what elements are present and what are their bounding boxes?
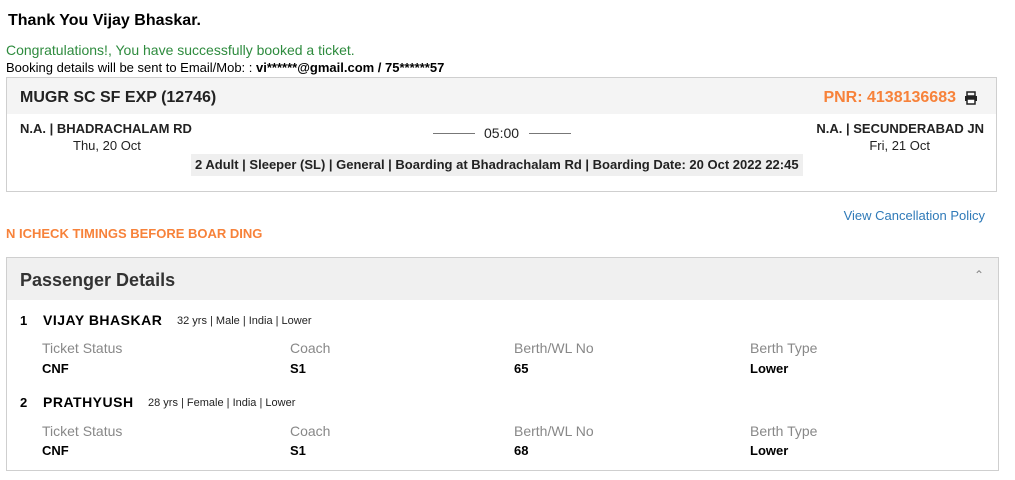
ticket-status-label: Ticket Status: [42, 423, 123, 439]
departure-date: Thu, 20 Oct: [73, 138, 141, 153]
passenger-name: VIJAY BHASKAR: [43, 312, 163, 328]
passenger-meta: 32 yrs | Male | India | Lower: [177, 315, 312, 327]
passenger-name: PRATHYUSH: [43, 394, 134, 410]
coach-value: S1: [290, 361, 306, 376]
booking-details-line: Booking details will be sent to Email/Mo…: [6, 60, 444, 75]
booking-contact: vi******@gmail.com / 75******57: [256, 60, 445, 75]
cancellation-policy-link[interactable]: View Cancellation Policy: [844, 208, 985, 223]
booking-details-label: Booking details will be sent to Email/Mo…: [6, 60, 253, 75]
passenger-number: 2: [20, 395, 28, 410]
pnr-number: PNR: 4138136683: [823, 89, 956, 106]
success-message: Congratulations!, You have successfully …: [6, 42, 355, 58]
duration-line-left: [433, 133, 475, 134]
berth-label: Berth/WL No: [514, 340, 594, 356]
berth-type-label: Berth Type: [750, 340, 818, 356]
from-station: N.A. | BHADRACHALAM RD: [20, 121, 192, 136]
to-station: N.A. | SECUNDERABAD JN: [816, 121, 984, 136]
coach-label: Coach: [290, 340, 331, 356]
ticket-status-value: CNF: [42, 361, 69, 376]
berth-type-value: Lower: [750, 443, 789, 458]
coach-value: S1: [290, 443, 306, 458]
berth-type-label: Berth Type: [750, 423, 818, 439]
passenger-details-panel: Passenger Details ⌃ 1 VIJAY BHASKAR 32 y…: [6, 257, 999, 471]
ticket-status-label: Ticket Status: [42, 340, 123, 356]
berth-type-value: Lower: [750, 361, 789, 376]
print-icon[interactable]: [964, 91, 978, 105]
berth-label: Berth/WL No: [514, 423, 594, 439]
coach-label: Coach: [290, 423, 331, 439]
train-name: MUGR SC SF EXP (12746): [20, 89, 217, 106]
thank-you-heading: Thank You Vijay Bhaskar.: [8, 12, 201, 29]
arrival-date: Fri, 21 Oct: [869, 138, 930, 153]
passenger-number: 1: [20, 313, 28, 328]
journey-duration: 05:00: [433, 124, 571, 142]
duration-text: 05:00: [484, 125, 520, 141]
ticket-status-value: CNF: [42, 443, 69, 458]
timing-alert: N ICHECK TIMINGS BEFORE BOAR DING: [6, 226, 263, 241]
train-summary-card: MUGR SC SF EXP (12746) PNR: 4138136683 N…: [6, 77, 997, 192]
berth-value: 68: [514, 443, 529, 458]
passenger-details-title: Passenger Details: [20, 270, 176, 290]
chevron-up-icon[interactable]: ⌃: [974, 268, 984, 282]
booking-summary: 2 Adult | Sleeper (SL) | General | Board…: [191, 154, 803, 176]
passenger-meta: 28 yrs | Female | India | Lower: [148, 397, 296, 409]
berth-value: 65: [514, 361, 529, 376]
duration-line-right: [529, 133, 571, 134]
